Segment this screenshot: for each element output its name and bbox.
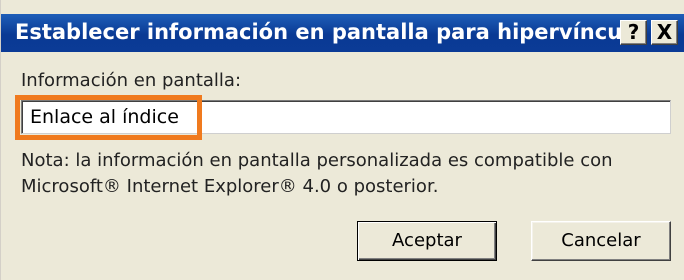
ok-button[interactable]: Aceptar [357,221,497,261]
help-button[interactable]: ? [620,20,647,45]
close-button[interactable]: X [651,20,678,45]
dialog-titlebar: Establecer información en pantalla para … [1,14,684,52]
screentip-input[interactable] [21,100,671,134]
compatibility-note: Nota: la información en pantalla persona… [21,150,613,197]
hyperlink-screentip-dialog: Establecer información en pantalla para … [0,0,684,280]
screentip-label: Información en pantalla: [21,70,242,91]
cancel-button[interactable]: Cancelar [531,221,671,261]
dialog-title: Establecer información en pantalla para … [15,20,644,44]
